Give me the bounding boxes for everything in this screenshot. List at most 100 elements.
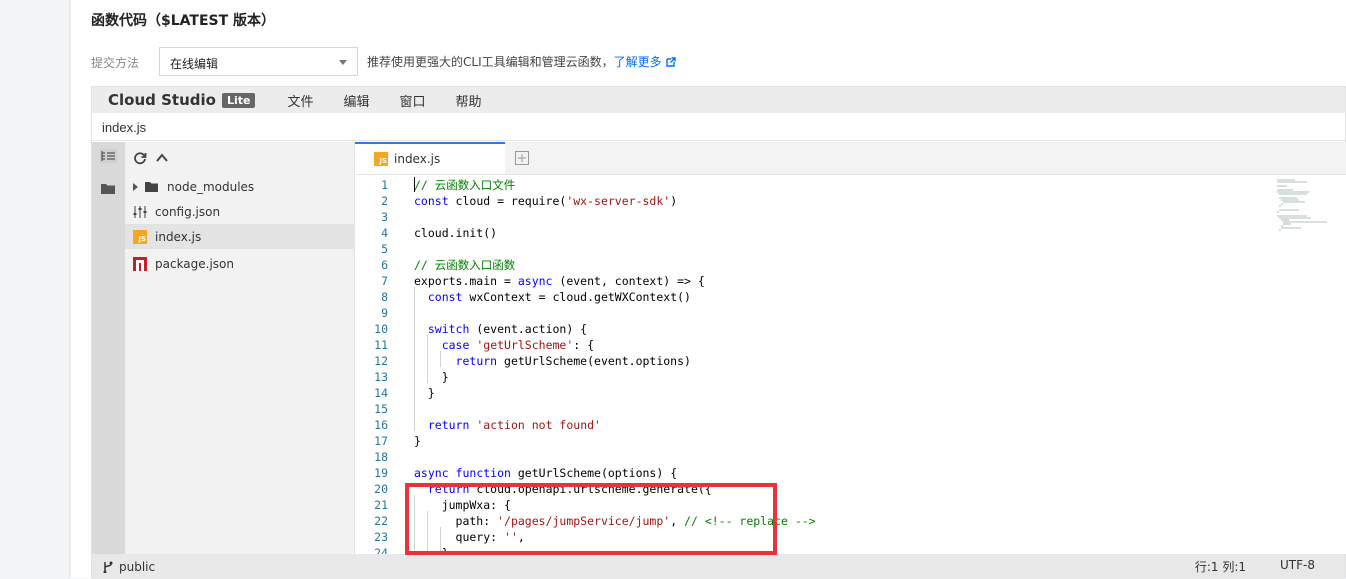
code-text: return 'action not found' xyxy=(427,418,601,432)
tree-item-config-json[interactable]: config.json xyxy=(125,199,354,224)
line-number: 22 xyxy=(374,514,388,528)
line-number: 17 xyxy=(374,434,388,448)
code-line[interactable]: 17} xyxy=(355,433,1275,449)
external-link-icon xyxy=(665,57,676,67)
branch-icon xyxy=(103,561,113,573)
code-line[interactable]: 7 exports.main = async (event, context) =… xyxy=(355,273,1275,289)
js-file-icon: JS xyxy=(133,229,147,244)
code-line[interactable]: 6 // 云函数入口函数 xyxy=(355,257,1275,273)
explorer-toolbar xyxy=(125,142,354,174)
file-tree-icon[interactable] xyxy=(100,149,117,163)
submit-method-select[interactable]: 在线编辑 xyxy=(159,47,358,76)
code-text: } xyxy=(414,386,435,400)
submit-method-label: 提交方法 xyxy=(91,56,140,70)
code-text: return getUrlScheme(event.options) xyxy=(455,354,691,368)
code-text: return cloud.openapi.urlscheme.generate(… xyxy=(427,482,712,496)
collapse-icon[interactable] xyxy=(155,151,169,165)
code-line[interactable]: 21 jumpWxa: { xyxy=(355,497,1275,513)
code-line[interactable]: 5 xyxy=(355,241,1275,257)
line-number: 13 xyxy=(374,370,388,384)
line-number: 5 xyxy=(381,242,388,256)
code-text: exports.main = async (event, context) =>… xyxy=(414,274,705,288)
branch-name: public xyxy=(119,559,156,574)
tree-item-index-js[interactable]: JS index.js xyxy=(125,224,354,249)
code-text: }, xyxy=(414,546,456,554)
code-text: path: '/pages/jumpService/jump', // <!--… xyxy=(414,514,816,528)
line-number: 19 xyxy=(374,466,388,480)
code-line[interactable]: 24 }, xyxy=(355,545,1275,554)
menu-edit[interactable]: 编辑 xyxy=(343,91,369,110)
code-line[interactable]: 4 cloud.init() xyxy=(355,225,1275,241)
cursor-position[interactable]: 行:1 列:1 xyxy=(1195,558,1246,575)
tree-item-label: node_modules xyxy=(167,179,255,194)
menu-window[interactable]: 窗口 xyxy=(399,91,425,110)
code-area[interactable]: 1 // 云函数入口文件 2 const cloud = require('wx-se… xyxy=(355,175,1346,554)
code-line[interactable]: 16 return 'action not found' xyxy=(355,417,1275,433)
function-code-panel: 函数代码（$LATEST 版本） 提交方法 在线编辑 推荐使用更强大的CLI工具… xyxy=(71,0,1346,579)
code-text: case 'getUrlScheme': { xyxy=(441,338,595,352)
line-number: 20 xyxy=(374,482,388,496)
activity-bar xyxy=(92,142,125,554)
code-line[interactable]: 2 const cloud = require('wx-server-sdk') xyxy=(355,193,1275,209)
code-line[interactable]: 18 xyxy=(355,449,1275,465)
file-explorer: node_modules config.json JS index.js pac… xyxy=(125,142,355,554)
tree-item-package-json[interactable]: package.json xyxy=(125,251,354,276)
tree-item-node-modules[interactable]: node_modules xyxy=(125,174,354,199)
code-text: cloud.init() xyxy=(414,226,498,240)
chevron-right-icon xyxy=(133,182,138,191)
file-encoding[interactable]: UTF-8 xyxy=(1280,558,1315,575)
code-line[interactable]: 19 async function getUrlScheme(options) { xyxy=(355,465,1275,481)
plus-box-icon xyxy=(515,151,529,165)
js-file-icon: JS xyxy=(374,152,388,166)
learn-more-link[interactable]: 了解更多 xyxy=(614,55,676,69)
line-number: 6 xyxy=(381,258,388,272)
left-sidebar-strip xyxy=(0,0,70,578)
tab-label: index.js xyxy=(394,152,441,166)
tree-item-label: index.js xyxy=(155,229,202,244)
editor-tab-bar: JS index.js xyxy=(355,142,1346,175)
refresh-icon[interactable] xyxy=(133,151,147,165)
code-line[interactable]: 14 } xyxy=(355,385,1275,401)
menu-file[interactable]: 文件 xyxy=(287,91,313,110)
code-text: switch (event.action) { xyxy=(427,322,588,336)
line-number: 21 xyxy=(374,498,388,512)
cli-hint: 推荐使用更强大的CLI工具编辑和管理云函数，了解更多 xyxy=(367,53,676,70)
code-line[interactable]: 11 case 'getUrlScheme': { xyxy=(355,337,1275,353)
line-number: 14 xyxy=(374,386,388,400)
code-line[interactable]: 12 return getUrlScheme(event.options) xyxy=(355,353,1275,369)
code-line[interactable]: 9 xyxy=(355,305,1275,321)
branch-indicator[interactable]: public xyxy=(102,560,155,574)
submit-method-value: 在线编辑 xyxy=(170,57,219,71)
line-number: 15 xyxy=(374,402,388,416)
code-line[interactable]: 10 switch (event.action) { xyxy=(355,321,1275,337)
code-line[interactable]: 22 path: '/pages/jumpService/jump', // <… xyxy=(355,513,1275,529)
code-text: } xyxy=(414,370,449,384)
cloud-studio-logo: Cloud Studio Lite xyxy=(108,91,256,109)
code-text: jumpWxa: { xyxy=(414,498,511,512)
code-minimap[interactable] xyxy=(1277,179,1335,239)
code-line[interactable]: 15 xyxy=(355,401,1275,417)
code-line[interactable]: 1 // 云函数入口文件 xyxy=(355,177,1275,193)
code-line[interactable]: 3 xyxy=(355,209,1275,225)
code-editor[interactable]: JS index.js 1 // 云函数入口文件 2 const cloud =… xyxy=(355,142,1346,554)
code-line[interactable]: 23 query: '', xyxy=(355,529,1275,545)
line-number: 12 xyxy=(374,354,388,368)
npm-file-icon xyxy=(133,256,147,271)
line-number: 3 xyxy=(381,210,388,224)
tab-index-js[interactable]: JS index.js xyxy=(355,142,505,174)
line-number: 8 xyxy=(381,290,388,304)
code-line[interactable]: 8 const wxContext = cloud.getWXContext() xyxy=(355,289,1275,305)
code-text: const wxContext = cloud.getWXContext() xyxy=(427,290,691,304)
tree-item-label: package.json xyxy=(155,256,235,271)
cloud-studio-ide: Cloud Studio Lite 文件 编辑 窗口 帮助 index.js n… xyxy=(91,86,1346,579)
menu-help[interactable]: 帮助 xyxy=(455,91,481,110)
code-text: async function getUrlScheme(options) { xyxy=(414,466,678,480)
status-bar: public 行:1 列:1 UTF-8 xyxy=(92,554,1345,579)
code-line[interactable]: 20 return cloud.openapi.urlscheme.genera… xyxy=(355,481,1275,497)
code-text: const cloud = require('wx-server-sdk') xyxy=(414,194,678,208)
folder-open-icon[interactable] xyxy=(100,182,117,196)
add-tab-button[interactable] xyxy=(511,142,533,174)
code-text: query: '', xyxy=(414,530,525,544)
file-path-bar: index.js xyxy=(92,113,1345,141)
code-line[interactable]: 13 } xyxy=(355,369,1275,385)
